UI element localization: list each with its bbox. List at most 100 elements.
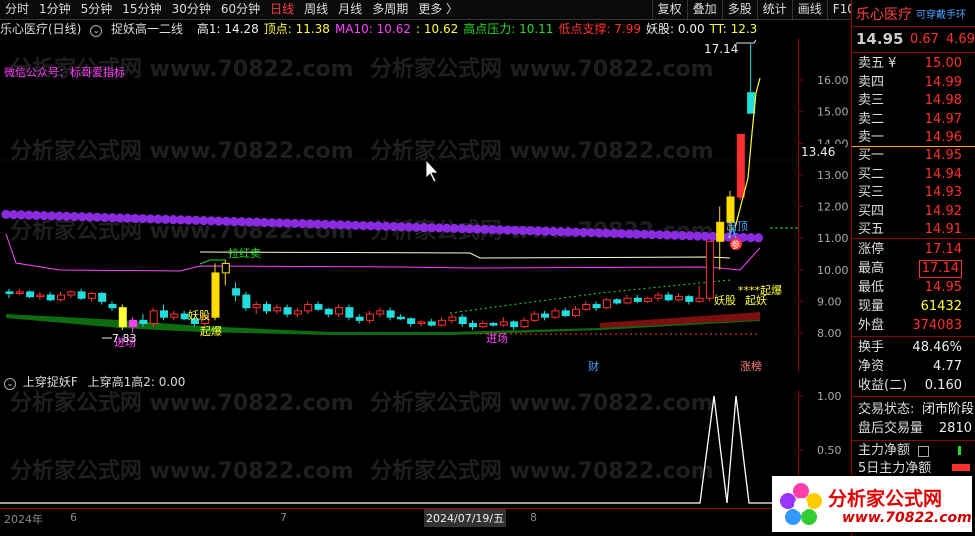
indicator-values: 高1: 14.28 顶点: 11.38 MA10: 10.62: 10.62 高点压力… [197,22,762,36]
stat-row-3: 现量 61432 [852,297,975,316]
candle-body [479,323,488,328]
purple-band-dot [753,233,764,243]
candle-body [458,316,467,325]
period-tab-8[interactable]: 月线 [333,0,367,19]
bid-label: 买二 [858,166,885,182]
candle-body [355,316,364,321]
candle-body [448,316,457,321]
xaxis-label-year: 2024年 [4,513,43,526]
bid-price: 14.94 [924,166,962,182]
table-icon [918,446,929,457]
indicator-value-6: 妖股: 0.00 [646,22,705,36]
candle-body [592,304,601,309]
period-tabs: 分时 1分钟 5分钟 15分钟 30分钟 60分钟 日线 周线 月线 多周期 更多 〉 [0,0,652,19]
site-watermark: 分析家公式网 www.70822.com [10,138,354,164]
candle-body [541,313,550,318]
candle-body [324,308,333,315]
sub-indicator-chart[interactable]: 分析家公式网 www.70822.com 分析家公式网 www.70822.com… [0,390,798,508]
signal-label-cai: 财 [588,359,599,372]
price-axis-label: 11.00 [817,232,849,245]
candle-body [87,292,96,299]
candle-body [211,272,220,318]
sub-axis-label: 1.00 [817,390,842,403]
tool-button-1[interactable]: 叠加 [686,0,722,19]
period-tab-7[interactable]: 周线 [299,0,333,19]
chevron-down-icon[interactable]: ⌄ [4,378,16,390]
period-tab-0[interactable]: 分时 [0,0,34,19]
bid-row-2: 买三 14.93 [852,183,975,202]
tool-button-3[interactable]: 统计 [756,0,792,19]
sub-axis-label: 0.50 [817,444,842,457]
price-axis-label: 9.00 [817,295,842,308]
period-tab-9[interactable]: 多周期 [367,0,413,19]
stat-row-4: 外盘 374083 [852,316,975,335]
candle-body [747,92,756,114]
candle-body [252,304,261,309]
candle-body [530,313,539,321]
period-tab-10[interactable]: 更多 〉 [413,0,463,19]
candle-body [510,321,519,328]
bid-price: 14.93 [924,185,962,201]
candle-body [98,292,107,302]
ask-row-4: 卖一 14.96 [852,128,975,147]
indicator-name: 捉妖高一二线 [111,22,184,36]
tool-button-0[interactable]: 复权 [651,0,687,19]
stat2-row-2: 收益(二) 0.160 [852,376,975,395]
signal-label-can: 参 [731,239,740,251]
candle-body [149,310,158,325]
cursor-price-label: 13.46 [801,145,835,159]
candle-body [366,313,374,321]
price-change: 0.67 [910,32,939,47]
date-axis: 2024年 6 7 2024/07/19/五 8 [0,508,850,527]
period-tab-6[interactable]: 日线 [265,0,299,19]
candle-body [170,313,179,318]
stat-row-1: 最高 17.14 [852,259,975,278]
stat-label: 最低 [858,280,885,295]
candle-body [232,288,241,296]
site-watermark: 分析家公式网 www.70822.com [370,390,714,416]
xaxis-label-6: 6 [70,511,77,524]
period-tab-2[interactable]: 5分钟 [76,0,118,19]
candle-body [520,319,529,328]
stat-value: 374083 [912,318,962,333]
candle-body [499,321,508,326]
tool-button-4[interactable]: 画线 [791,0,827,19]
bid-row-0: 买一 14.95 [852,146,975,165]
candle-body [489,323,498,326]
tool-button-2[interactable]: 多股 [721,0,757,19]
xaxis-cursor-date: 2024/07/19/五 [424,509,507,527]
ask-label: 卖一 [858,130,885,146]
chevron-down-icon: ⌄ [90,25,103,37]
chart-title: 乐心医疗(日线) [0,22,82,36]
site-logo: 分析家公式网 www.70822.com [772,476,972,532]
candle-body [427,321,436,326]
flower-logo-icon [780,483,822,525]
ask-price: 14.96 [924,130,962,146]
price-axis-label: 13.00 [817,169,849,182]
candle-body [139,319,148,325]
stat2-value: 4.77 [933,359,962,374]
candle-body [623,297,632,304]
candle-body [705,240,714,299]
site-watermark: 分析家公式网 www.70822.com [10,458,354,484]
candlestick-chart[interactable]: 分析家公式网 www.70822.com 分析家公式网 www.70822.com… [0,38,798,372]
main-net-row[interactable]: 主力净额 [852,441,975,460]
period-tab-3[interactable]: 15分钟 [117,0,166,19]
ask-price: 14.99 [924,74,962,90]
wechat-watermark: 微信公众号：标哥爱指标 [4,65,125,79]
ask-row-3: 卖二 14.97 [852,110,975,129]
xaxis-label-8: 8 [530,511,537,524]
indicator-dropdown[interactable]: ⌄ 捉妖高一二线 [90,22,192,37]
stat-label: 外盘 [858,318,885,333]
signal-label-chu_ding: 出顶 [726,219,748,233]
period-tab-1[interactable]: 1分钟 [34,0,76,19]
price-axis-label: 10.00 [817,264,849,277]
sub-indicator-name[interactable]: 上穿捉妖F [23,375,78,389]
period-tab-5[interactable]: 60分钟 [216,0,265,19]
candle-body [675,296,683,301]
stat-row-2: 最低 14.95 [852,278,975,297]
bid-label: 买五 [858,222,885,238]
candle-body [376,310,385,315]
period-tab-4[interactable]: 30分钟 [167,0,216,19]
bid-row-4: 买五 14.91 [852,220,975,239]
